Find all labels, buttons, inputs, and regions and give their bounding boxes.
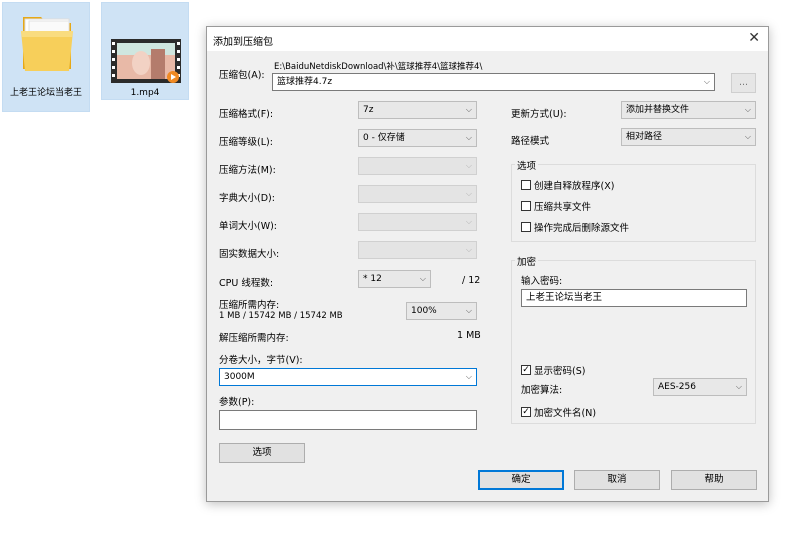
sfx-label: 创建自释放程序(X) [534,181,615,192]
mem-detail: 1 MB / 15742 MB / 15742 MB [219,311,343,321]
video-label: 1.mp4 [130,88,160,98]
add-to-archive-dialog: 添加到压缩包 ✕ 压缩包(A): E:\BaiduNetdiskDownload… [206,26,769,502]
level-value: 0 - 仅存储 [363,133,405,143]
archive-path: E:\BaiduNetdiskDownload\补\篮球推荐4\篮球推荐4\ [274,62,483,72]
method-label: 压缩方法(M): [219,165,276,176]
cpu-value: * 12 [363,274,382,284]
word-select[interactable]: ⌵ [358,213,477,231]
mem-percent-value: 100% [411,306,437,316]
encryption-method-label: 加密算法: [521,385,563,396]
chevron-down-icon: ⌵ [744,132,751,141]
desktop-video-icon-item[interactable]: 1.mp4 [101,2,189,100]
update-value: 添加并替换文件 [626,105,690,115]
dict-label: 字典大小(D): [219,193,275,204]
delete-checkbox[interactable]: 操作完成后删除源文件 [521,220,629,234]
browse-button[interactable]: ... [731,73,756,93]
word-label: 单词大小(W): [219,221,278,232]
chevron-down-icon: ⌵ [419,274,426,283]
update-select[interactable]: 添加并替换文件 ⌵ [621,101,756,119]
format-select[interactable]: 7z ⌵ [358,101,477,119]
cancel-button[interactable]: 取消 [574,470,660,490]
split-value: 3000M [224,372,255,382]
solid-label: 固实数据大小: [219,249,280,260]
checkbox-box [521,222,531,232]
archive-name-value: 篮球推荐4.7z [277,77,333,87]
split-label: 分卷大小，字节(V): [219,355,303,366]
archive-label: 压缩包(A): [219,70,265,81]
chevron-down-icon: ⌵ [465,217,472,226]
chevron-down-icon: ⌵ [465,105,472,114]
chevron-down-icon: ⌵ [465,372,472,381]
video-thumbnail-icon [111,39,181,83]
dialog-title: 添加到压缩包 [213,37,273,48]
method-select[interactable]: ⌵ [358,157,477,175]
chevron-down-icon: ⌵ [465,161,472,170]
close-icon[interactable]: ✕ [748,30,760,46]
folder-icon [21,17,73,71]
shared-checkbox[interactable]: 压缩共享文件 [521,199,591,213]
options-group-title: 选项 [515,158,539,172]
cpu-label: CPU 线程数: [219,278,274,289]
chevron-down-icon: ⌵ [703,77,710,86]
encrypt-names-label: 加密文件名(N) [534,408,597,419]
format-label: 压缩格式(F): [219,109,274,120]
delete-label: 操作完成后删除源文件 [534,223,630,234]
checkbox-box [521,180,531,190]
params-input[interactable] [219,410,477,430]
shared-label: 压缩共享文件 [534,202,592,213]
decomp-label: 解压缩所需内存: [219,333,289,344]
encryption-method-select[interactable]: AES-256 ⌵ [653,378,747,396]
check-icon: ✓ [521,407,531,417]
archive-name-combo[interactable]: 篮球推荐4.7z ⌵ [272,73,715,91]
level-select[interactable]: 0 - 仅存储 ⌵ [358,129,477,147]
chevron-down-icon: ⌵ [465,133,472,142]
chevron-down-icon: ⌵ [465,189,472,198]
ok-button[interactable]: 确定 [478,470,564,490]
checkbox-box [521,201,531,211]
path-mode-select[interactable]: 相对路径 ⌵ [621,128,756,146]
solid-select[interactable]: ⌵ [358,241,477,259]
decomp-value: 1 MB [457,330,481,341]
check-icon: ✓ [521,365,531,375]
path-mode-label: 路径模式 [511,136,550,147]
password-label: 输入密码: [521,276,563,287]
params-label: 参数(P): [219,397,255,408]
mem-percent-select[interactable]: 100% ⌵ [406,302,477,320]
dict-select[interactable]: ⌵ [358,185,477,203]
folder-label: 上老王论坛当老王 [9,88,82,98]
chevron-down-icon: ⌵ [735,382,742,391]
cpu-max: / 12 [462,275,481,286]
encryption-group-title: 加密 [515,254,539,268]
mem-label: 压缩所需内存: [219,300,280,311]
cpu-select[interactable]: * 12 ⌵ [358,270,431,288]
help-button[interactable]: 帮助 [671,470,757,490]
format-value: 7z [363,105,374,115]
show-password-checkbox[interactable]: ✓ 显示密码(S) [521,363,585,377]
password-input[interactable]: 上老王论坛当老王 [521,289,747,307]
chevron-down-icon: ⌵ [744,105,751,114]
chevron-down-icon: ⌵ [465,306,472,315]
level-label: 压缩等级(L): [219,137,273,148]
options-button[interactable]: 选项 [219,443,305,463]
desktop-folder-icon-item[interactable]: 上老王论坛当老王 [2,2,90,112]
sfx-checkbox[interactable]: 创建自释放程序(X) [521,178,614,192]
encryption-method-value: AES-256 [658,382,696,392]
split-combo[interactable]: 3000M ⌵ [219,368,477,386]
encrypt-names-checkbox[interactable]: ✓ 加密文件名(N) [521,405,596,419]
show-password-label: 显示密码(S) [534,366,586,377]
path-mode-value: 相对路径 [626,132,663,142]
chevron-down-icon: ⌵ [465,245,472,254]
update-label: 更新方式(U): [511,109,567,120]
title-bar: 添加到压缩包 ✕ [207,27,768,51]
